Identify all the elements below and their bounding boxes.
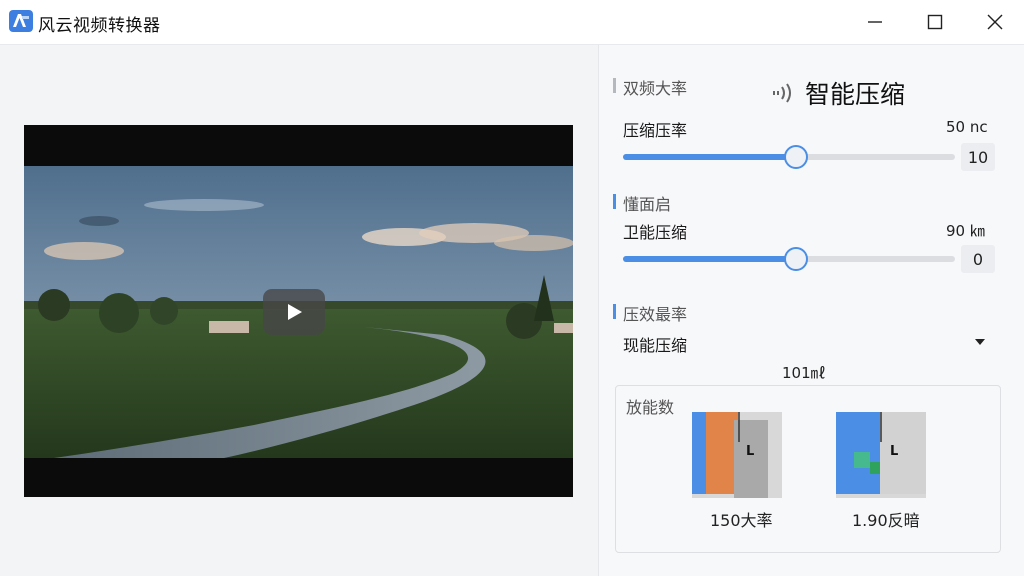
- preview-thumbnail-2[interactable]: L: [836, 412, 926, 498]
- close-button[interactable]: [965, 0, 1024, 44]
- window-title: 风云视频转换器: [38, 16, 161, 36]
- maximize-icon: [927, 14, 943, 30]
- compression-rate-input[interactable]: 10: [961, 143, 995, 171]
- compression-rate-value: 50 nc: [946, 118, 988, 136]
- params-label: 放能数: [626, 398, 675, 417]
- app-logo-icon: [9, 10, 33, 32]
- thumbnail-badge: L: [746, 444, 755, 459]
- thumbnail-badge: L: [890, 444, 899, 459]
- maximize-button[interactable]: [905, 0, 965, 44]
- smart-compress-input[interactable]: 0: [961, 245, 995, 273]
- client-area: 双频大率 智能压缩 压缩压率 50 nc 10 懂面启 卫能压缩 90 ㎞ 0 …: [0, 44, 1024, 576]
- slider-fill: [623, 154, 796, 160]
- section-label-2: 懂面启: [613, 191, 671, 215]
- title-bar: 风云视频转换器: [0, 0, 1024, 44]
- compress-mode-dropdown[interactable]: 现能压缩: [613, 327, 993, 357]
- video-preview[interactable]: [24, 125, 573, 497]
- close-icon: [987, 14, 1003, 30]
- slider-thumb[interactable]: [783, 247, 808, 271]
- section-label-1: 双频大率: [613, 75, 687, 99]
- signal-waves-icon: [773, 83, 791, 103]
- thumbnail-caption-1: 150大率: [710, 511, 773, 530]
- minimize-button[interactable]: [845, 0, 905, 44]
- slider-fill: [623, 256, 796, 262]
- compression-rate-slider[interactable]: [623, 145, 955, 169]
- smart-compress-value: 90 ㎞: [946, 222, 985, 240]
- slider-thumb[interactable]: [783, 145, 808, 169]
- play-icon: [288, 304, 302, 320]
- play-button[interactable]: [263, 289, 325, 335]
- feature-title-text: 智能压缩: [805, 80, 906, 109]
- params-group: 放能数 L 150大率 L 1.90反暗: [615, 385, 1001, 553]
- chevron-down-icon: [975, 339, 985, 345]
- thumbnail-image: [836, 412, 926, 498]
- thumbnail-caption-2: 1.90反暗: [852, 511, 920, 530]
- smart-compress-label: 卫能压缩: [623, 223, 688, 242]
- preview-thumbnail-1[interactable]: L: [692, 412, 782, 498]
- dropdown-value: 现能压缩: [623, 336, 688, 355]
- compression-rate-label: 压缩压率: [623, 121, 688, 140]
- minimize-icon: [868, 21, 882, 23]
- section-label-3: 压效最率: [613, 301, 687, 325]
- smart-compress-slider[interactable]: [623, 247, 955, 271]
- preview-pane: [0, 45, 598, 576]
- size-readout: 101㎖: [782, 364, 826, 382]
- settings-pane: 双频大率 智能压缩 压缩压率 50 nc 10 懂面启 卫能压缩 90 ㎞ 0 …: [598, 45, 1024, 576]
- feature-title: 智能压缩: [771, 75, 905, 111]
- thumbnail-image: [692, 412, 782, 498]
